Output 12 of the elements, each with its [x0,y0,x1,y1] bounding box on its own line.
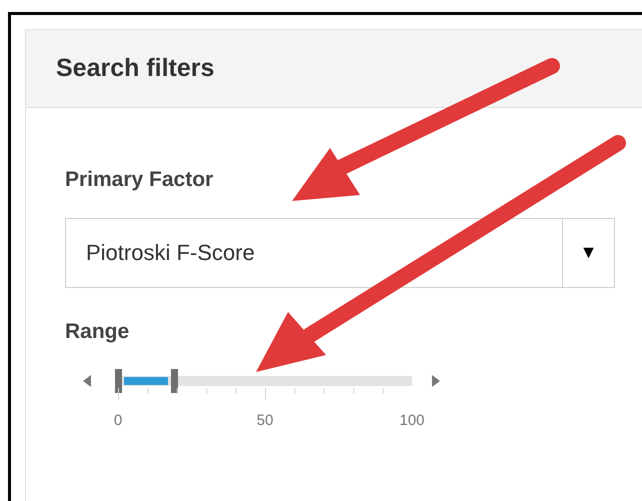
dropdown-caret[interactable]: ▼ [562,218,614,286]
tick-label: 50 [256,411,274,431]
field-label: Range [65,318,130,344]
tick-label: 100 [399,411,425,431]
slider-handle[interactable] [115,369,122,393]
panel-title: Search filters [56,52,214,84]
right-arrow-icon[interactable] [432,375,440,387]
slider-handle[interactable] [170,369,178,393]
left-arrow-icon[interactable] [83,375,91,387]
field-label: Primary Factor [65,167,214,193]
tick-label: 0 [114,411,122,431]
factor-select[interactable]: Piotroski F-Score ▼ [65,218,615,288]
